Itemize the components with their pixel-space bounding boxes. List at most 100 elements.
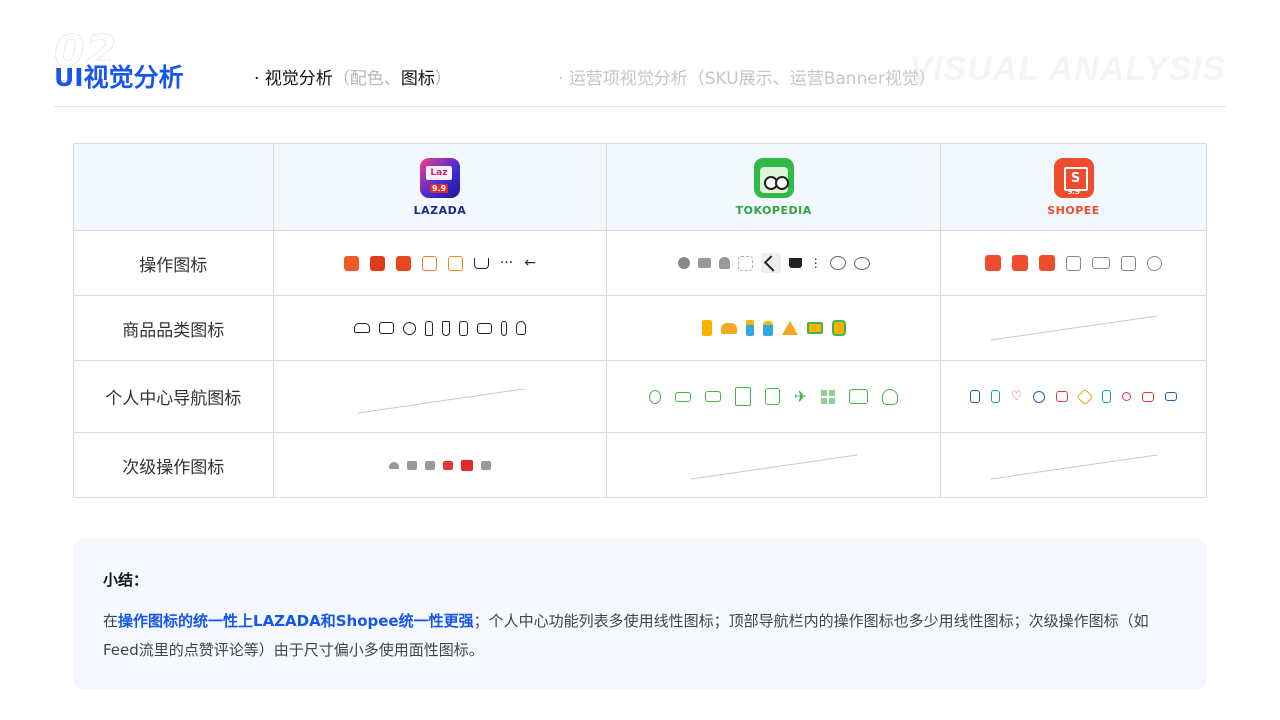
wifi-icon — [388, 461, 399, 469]
summary-prefix: 在 — [103, 612, 119, 630]
camera-icon — [343, 255, 359, 271]
lazada-logo-icon: Laz 9.9 — [419, 157, 460, 198]
tag-icon — [1076, 388, 1094, 405]
clipboard-icon — [969, 390, 980, 403]
row-label-profile-icons: 个人中心导航图标 — [73, 360, 274, 433]
table-row: 次级操作图标 — [73, 432, 1207, 498]
header-empty-cell — [73, 143, 274, 231]
sofa-icon — [353, 323, 370, 333]
ticket-icon — [1142, 391, 1155, 402]
bell-icon — [718, 257, 730, 269]
cell-lazada-profile-empty — [272, 360, 608, 433]
wallet-icon — [369, 255, 385, 271]
brand-cell-shopee: S 9.9 SHOPEE — [940, 143, 1207, 231]
table-header-row: Laz 9.9 LAZADA TOKOPEDIA S 9.9 SHOPEE — [73, 143, 1207, 231]
plane-icon: ✈ — [793, 387, 808, 406]
receipt-icon — [764, 388, 780, 405]
nav-label: · 视觉分析 — [254, 69, 333, 89]
toy-icon — [781, 321, 798, 335]
monitor-icon — [806, 322, 823, 334]
sofa-icon — [720, 322, 737, 334]
empty-slash — [991, 315, 1158, 341]
page-title: UI视觉分析 — [54, 63, 184, 92]
heart-filled-icon — [677, 257, 690, 269]
cart-icon — [1012, 255, 1029, 271]
nav-close: ） — [434, 69, 452, 89]
tokopedia-logo-icon — [753, 157, 794, 198]
brand-cell-tokopedia: TOKOPEDIA — [606, 143, 942, 231]
shop-icon — [421, 255, 437, 271]
row-label-secondary-icons: 次级操作图标 — [73, 432, 274, 498]
box-icon — [1121, 255, 1137, 271]
empty-slash — [357, 388, 524, 414]
text-icon — [480, 460, 491, 470]
empty-slash — [991, 454, 1158, 480]
store-icon — [395, 255, 411, 271]
pin-icon — [648, 389, 661, 404]
table-row: 操作图标 ··· ← ⋮ — [73, 230, 1207, 296]
share-icon — [442, 460, 453, 470]
lipstick-icon — [500, 320, 507, 336]
computer-icon — [476, 322, 492, 334]
nav-strong: 图标 — [400, 69, 435, 89]
row-label-action-icons: 操作图标 — [73, 230, 274, 296]
nav-item-visual-analysis[interactable]: · 视觉分析（配色、图标） — [254, 64, 452, 89]
summary-highlight: 操作图标的统一性上LAZADA和Shopee统一性更强 — [118, 612, 474, 630]
row-label-category-icons: 商品品类图标 — [73, 295, 274, 361]
brand-cell-lazada: Laz 9.9 LAZADA — [272, 143, 608, 231]
trophy-icon — [882, 388, 899, 405]
tv-icon — [378, 322, 394, 334]
ball-icon — [402, 321, 416, 335]
cell-tokopedia-profile: ✈ — [606, 360, 942, 433]
table-row: 商品品类图标 — [73, 295, 1207, 361]
bottle-icon — [424, 320, 433, 336]
cell-shopee-action — [940, 230, 1207, 296]
comment-icon — [406, 460, 417, 470]
baby-bottle-icon — [762, 320, 773, 336]
card-icon — [674, 391, 691, 402]
wallet-icon — [1056, 391, 1069, 402]
brand-name-tokopedia: TOKOPEDIA — [735, 203, 812, 217]
cell-shopee-profile: ♡ — [940, 360, 1207, 433]
cell-lazada-action: ··· ← — [272, 230, 608, 296]
chat-icon — [447, 255, 463, 271]
cart-icon — [473, 257, 489, 269]
kebab-icon: ⋮ — [809, 255, 822, 270]
ticket-icon — [704, 391, 721, 402]
cell-shopee-category-empty — [940, 295, 1207, 361]
header-divider — [54, 106, 1226, 107]
share-icon — [760, 253, 781, 273]
heart-outline-icon — [829, 256, 846, 270]
train-icon — [831, 320, 846, 336]
cart-icon — [788, 258, 802, 268]
phone-icon — [990, 390, 1000, 403]
cell-shopee-secondary-empty — [940, 432, 1207, 498]
empty-slash — [691, 454, 858, 480]
shopee-logo-icon: S 9.9 — [1053, 157, 1094, 198]
icon-comparison-table: Laz 9.9 LAZADA TOKOPEDIA S 9.9 SHOPEE 操作… — [73, 143, 1207, 498]
chat-outline-icon — [853, 256, 870, 270]
scan-icon — [737, 255, 753, 271]
cell-lazada-category — [272, 295, 608, 361]
phone-icon — [458, 320, 468, 336]
clock-icon — [1033, 390, 1046, 403]
bookmark-icon — [1102, 390, 1112, 403]
phone-icon — [701, 320, 712, 336]
mail-icon — [697, 258, 711, 268]
nav-item-operation-analysis[interactable]: · 运营项视觉分析（SKU展示、运营Banner视觉） — [558, 64, 936, 89]
truck-icon — [1092, 257, 1111, 269]
back-arrow-icon: ← — [524, 254, 536, 271]
cosmetic-icon — [745, 320, 754, 336]
brand-name-lazada: LAZADA — [413, 203, 467, 217]
cell-tokopedia-category — [606, 295, 942, 361]
lazada-logo-text: Laz — [425, 165, 452, 180]
nav-paren: （配色、 — [332, 69, 401, 89]
cell-tokopedia-secondary-empty — [606, 432, 942, 498]
page-header: 02 VISUAL ANALYSIS UI视觉分析 · 视觉分析（配色、图标） … — [0, 0, 1280, 110]
mail-icon — [1165, 392, 1178, 401]
summary-title: 小结： — [103, 571, 149, 589]
wallet-icon — [849, 389, 869, 404]
lazada-logo-tag: 9.9 — [429, 183, 449, 193]
brand-name-shopee: SHOPEE — [1047, 203, 1100, 217]
chat-icon — [1039, 255, 1056, 271]
